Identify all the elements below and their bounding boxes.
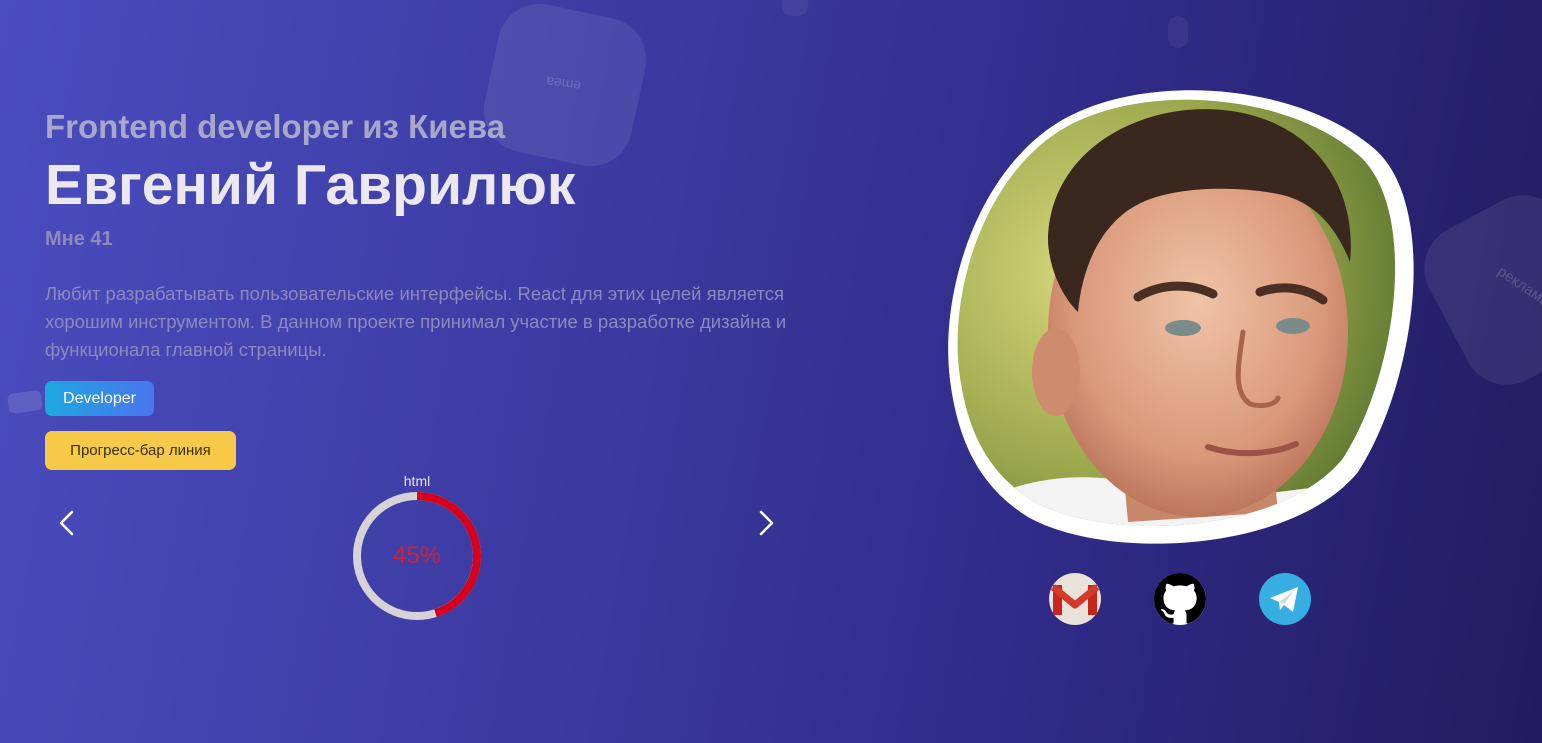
avatar-ear: [1032, 328, 1080, 416]
gmail-icon[interactable]: [1049, 573, 1101, 625]
github-icon[interactable]: [1154, 573, 1206, 625]
avatar-eye-left: [1165, 320, 1201, 336]
role-badge-button[interactable]: Developer: [45, 381, 154, 416]
decor-square-small: [782, 0, 808, 16]
chevron-right-icon: [759, 510, 774, 536]
profile-age: Мне 41: [45, 228, 113, 250]
avatar-eye-right: [1276, 318, 1310, 334]
skill-label: html: [403, 473, 431, 489]
profile-about: Любит разрабатывать пользовательские инт…: [45, 283, 787, 360]
chevron-left-icon: [59, 510, 74, 536]
profile-subtitle: Frontend developer из Киева: [45, 108, 506, 145]
telegram-icon[interactable]: [1259, 573, 1311, 625]
progress-bar-toggle-button[interactable]: Прогресс-бар линия: [45, 431, 236, 470]
carousel-next-button[interactable]: [751, 508, 781, 538]
profile-avatar: [948, 90, 1414, 544]
skill-percent-text: 45%: [392, 542, 442, 569]
profile-name: Евгений Гаврилюк: [45, 153, 576, 217]
decor-small-rectangle: [6, 389, 44, 415]
carousel-prev-button[interactable]: [52, 508, 82, 538]
contact-links: [1049, 573, 1311, 625]
decor-pill: [1168, 16, 1188, 48]
